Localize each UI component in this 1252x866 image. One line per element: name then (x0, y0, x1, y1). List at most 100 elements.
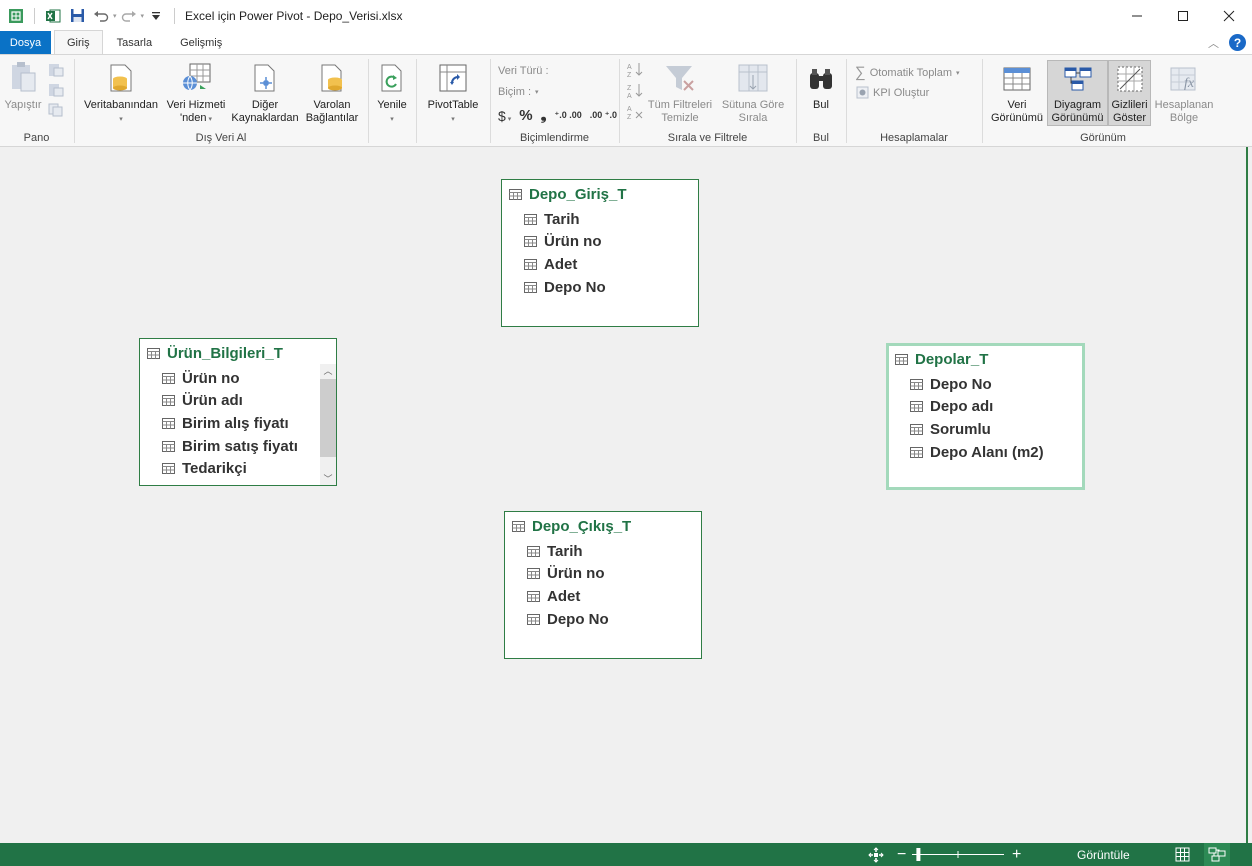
field-row[interactable]: Ürün no (140, 367, 336, 390)
paste-button[interactable]: Yapıştır (4, 61, 42, 112)
help-icon[interactable]: ? (1229, 34, 1246, 51)
customize-dropdown-icon[interactable] (147, 7, 165, 25)
format-dropdown[interactable]: Biçim : ▾ (498, 86, 539, 98)
show-hidden-button[interactable]: Gizlileri Göster (1108, 60, 1151, 126)
diagram-view-status-button[interactable] (1204, 843, 1230, 866)
calculation-area-button[interactable]: fx Hesaplanan Bölge (1152, 61, 1216, 125)
field-row[interactable]: Ürün adı (140, 390, 336, 413)
field-row[interactable]: Ürün no (502, 231, 698, 254)
table-card-depo-cikis[interactable]: Depo_Çıkış_T Tarih Ürün no Adet Depo No (504, 511, 702, 659)
table-card-depolar[interactable]: Depolar_T Depo No Depo adı Sorumlu Depo … (886, 343, 1085, 490)
column-icon (524, 236, 537, 248)
from-database-button[interactable]: Veritabanından ▾ (79, 61, 163, 126)
field-list-scrollbar[interactable]: ︿ ﹀ (320, 364, 336, 485)
svg-text:A: A (627, 93, 632, 99)
diagram-view-button[interactable]: Diyagram Görünümü (1047, 60, 1108, 126)
tab-home[interactable]: Giriş (54, 30, 103, 54)
field-row[interactable]: Adet (502, 253, 698, 276)
undo-icon[interactable] (92, 7, 110, 25)
column-icon (527, 545, 540, 557)
data-service-icon (180, 61, 212, 93)
column-icon (527, 590, 540, 602)
field-row[interactable]: Depo adı (889, 396, 1082, 419)
table-card-urun-bilgileri[interactable]: Ürün_Bilgileri_T Ürün no Ürün adı Birim … (139, 338, 337, 486)
table-name: Depo_Giriş_T (529, 185, 627, 203)
table-header[interactable]: Depo_Çıkış_T (505, 512, 701, 540)
increase-decimal-button[interactable]: ⁺.0 .00 (555, 111, 582, 120)
sort-by-column-button[interactable]: Sütuna Göre Sırala (716, 61, 790, 125)
scroll-down-icon[interactable]: ﹀ (320, 472, 336, 485)
fit-to-screen-button[interactable] (868, 843, 884, 866)
field-row[interactable]: Tarih (502, 208, 698, 231)
field-row[interactable]: Ürün no (505, 563, 701, 586)
sort-ascending-icon[interactable]: AZ (626, 61, 644, 78)
from-other-sources-button[interactable]: Diğer Kaynaklardan (229, 61, 301, 125)
field-name: Depo No (930, 375, 992, 393)
tab-design[interactable]: Tasarla (103, 31, 166, 54)
calculation-area-icon: fx (1168, 61, 1200, 93)
chevron-down-icon[interactable]: ▾ (141, 12, 145, 20)
powerpivot-logo-icon[interactable] (7, 7, 25, 25)
data-view-button[interactable]: Veri Görünümü (987, 61, 1047, 125)
table-card-depo-giris[interactable]: Depo_Giriş_T Tarih Ürün no Adet Depo No (501, 179, 699, 327)
paste-append-icon[interactable] (48, 63, 64, 77)
clear-all-filters-button[interactable]: Tüm Filtreleri Temizle (644, 61, 716, 125)
table-header[interactable]: Depo_Giriş_T (502, 180, 698, 208)
sort-descending-icon[interactable]: ZA (626, 82, 644, 99)
paste-replace-icon[interactable] (48, 83, 64, 97)
group-calculations: ∑ Otomatik Toplam ▾ KPI Oluştur Hesaplam… (847, 55, 981, 147)
clear-filter-icon (664, 61, 696, 93)
field-row[interactable]: Depo No (889, 373, 1082, 396)
diagram-canvas[interactable]: Depo_Giriş_T Tarih Ürün no Adet Depo No … (0, 147, 1246, 843)
comma-style-button[interactable]: ❟ (541, 107, 547, 124)
field-row[interactable]: Depo Alanı (m2) (889, 441, 1082, 464)
create-kpi-button[interactable]: KPI Oluştur (856, 86, 929, 99)
scroll-up-icon[interactable]: ︿ (320, 364, 336, 377)
field-row[interactable]: Birim alış fiyatı (140, 412, 336, 435)
redo-icon[interactable] (120, 7, 138, 25)
save-icon[interactable] (68, 7, 86, 25)
fit-to-screen-icon (868, 846, 884, 863)
field-row[interactable]: Depo No (505, 608, 701, 631)
percent-button[interactable]: % (519, 107, 532, 124)
existing-connections-button[interactable]: Varolan Bağlantılar (301, 61, 363, 125)
find-button[interactable]: Bul (803, 61, 839, 112)
field-row[interactable]: Depo No (502, 276, 698, 299)
field-row[interactable]: Birim satış fiyatı (140, 435, 336, 458)
field-row[interactable]: Tarih (505, 540, 701, 563)
field-row[interactable]: Sorumlu (889, 418, 1082, 441)
field-name: Adet (544, 255, 578, 273)
tab-file[interactable]: Dosya (0, 31, 51, 54)
field-name: Sorumlu (930, 420, 991, 438)
scroll-thumb[interactable] (320, 379, 336, 457)
clear-sort-icon[interactable]: AZ (626, 103, 644, 120)
field-row[interactable]: Adet (505, 585, 701, 608)
grid-view-button[interactable] (1175, 843, 1190, 866)
zoom-slider-thumb[interactable] (916, 848, 921, 861)
currency-button[interactable]: $ ▾ (498, 108, 511, 124)
excel-icon[interactable] (44, 7, 62, 25)
field-row[interactable]: Tedarikçi (140, 457, 336, 480)
tab-advanced[interactable]: Gelişmiş (166, 31, 236, 54)
zoom-slider[interactable] (910, 843, 1006, 866)
svg-text:A: A (627, 106, 632, 113)
zoom-in-button[interactable]: + (1012, 843, 1021, 866)
table-header[interactable]: Ürün_Bilgileri_T (140, 339, 336, 367)
zoom-out-button[interactable]: − (897, 843, 906, 866)
collapse-ribbon-icon[interactable]: ︿ (1208, 35, 1219, 51)
autosum-button[interactable]: ∑ Otomatik Toplam ▾ (855, 64, 960, 81)
group-sort-filter: AZ ZA AZ Tüm Filtreleri Temizle Sütuna G… (620, 55, 795, 147)
data-type-dropdown[interactable]: Veri Türü : (498, 65, 549, 77)
close-button[interactable] (1206, 0, 1252, 31)
table-icon (509, 188, 522, 200)
decrease-decimal-button[interactable]: .00 ⁺.0 (590, 111, 617, 120)
refresh-button[interactable]: Yenile ▾ (374, 61, 410, 126)
chevron-down-icon[interactable]: ▾ (113, 12, 117, 20)
copy-icon[interactable] (48, 103, 64, 117)
minimize-button[interactable] (1114, 0, 1160, 31)
pivottable-button[interactable]: PivotTable ▾ (425, 61, 481, 126)
group-label-formatting: Biçimlendirme (519, 132, 590, 144)
maximize-button[interactable] (1160, 0, 1206, 31)
from-data-service-button[interactable]: Veri Hizmeti 'nden ▾ (163, 61, 229, 126)
table-header[interactable]: Depolar_T (889, 346, 1082, 373)
